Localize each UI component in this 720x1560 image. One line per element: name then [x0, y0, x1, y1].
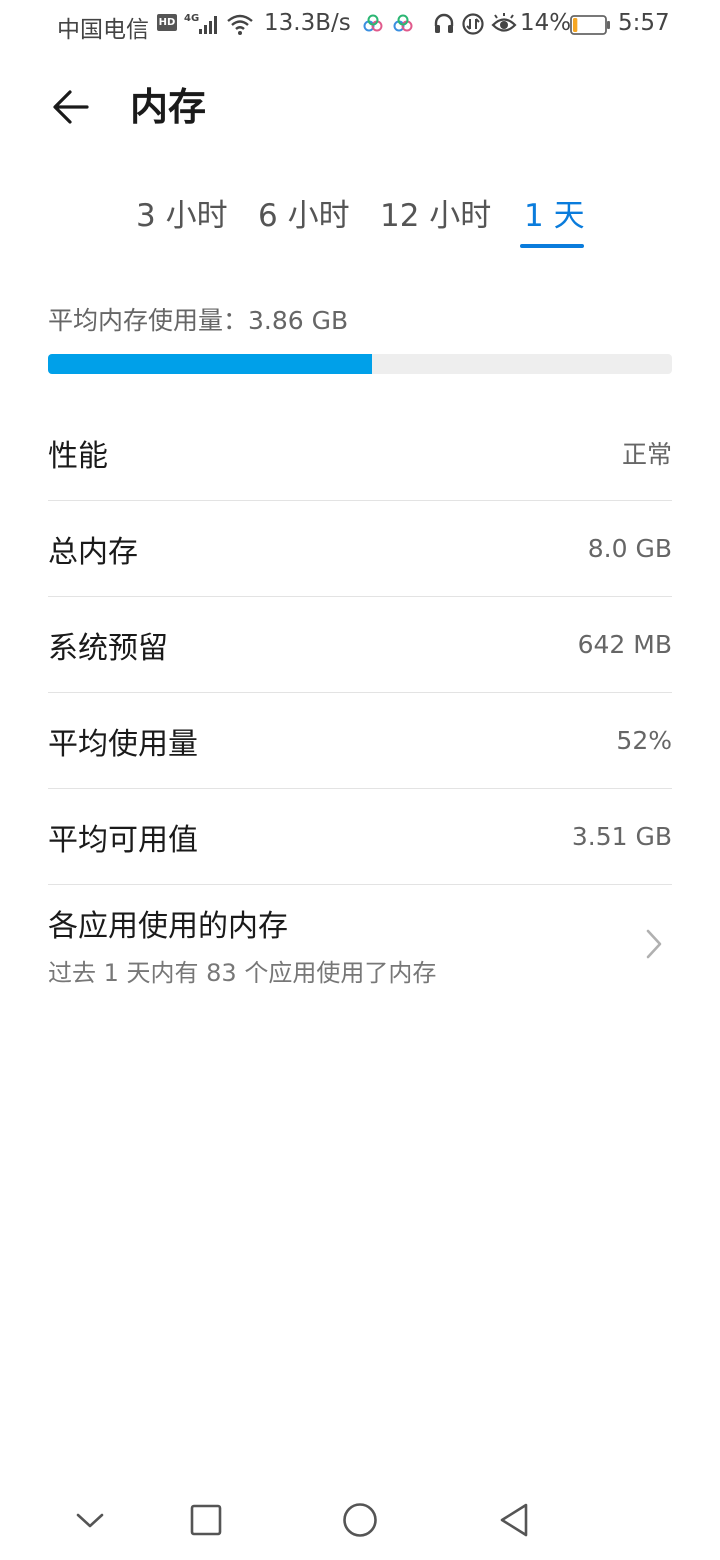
row-label: 系统预留 [48, 630, 168, 666]
wifi-icon [226, 12, 254, 36]
list-item-performance: 性能 正常 [48, 405, 672, 501]
nav-home-button[interactable] [338, 1498, 382, 1542]
list-item-system-reserved: 系统预留 642 MB [48, 597, 672, 693]
cellular-signal-icon: 4G [184, 12, 220, 36]
app-bar: 内存 [0, 60, 720, 150]
row-label: 平均使用量 [48, 726, 198, 762]
square-icon [190, 1504, 222, 1536]
back-button[interactable] [44, 80, 98, 134]
row-value: 8.0 GB [587, 534, 672, 563]
clock: 5:57 [618, 10, 670, 36]
active-tab-indicator [520, 244, 584, 248]
data-saver-icon [461, 12, 485, 36]
row-label: 平均可用值 [48, 822, 198, 858]
app-memory-usage-subtitle: 过去 1 天内有 83 个应用使用了内存 [48, 958, 437, 987]
memory-usage-fill [48, 354, 373, 374]
memory-info-list: 性能 正常 总内存 8.0 GB 系统预留 642 MB 平均使用量 52% 平… [48, 405, 672, 1003]
battery-icon [570, 15, 612, 35]
row-label: 总内存 [48, 534, 138, 570]
row-value: 642 MB [577, 630, 672, 659]
app-memory-usage-title: 各应用使用的内存 [48, 908, 288, 944]
network-type-label: 4G [184, 13, 199, 24]
headphone-icon [432, 12, 456, 36]
time-range-tabs: 3 小时 6 小时 12 小时 1 天 [0, 190, 720, 252]
page-title: 内存 [130, 85, 207, 129]
tab-1-day[interactable]: 1 天 [524, 190, 585, 242]
chevron-right-icon [646, 929, 662, 959]
circle-icon [343, 1503, 377, 1537]
chevron-down-icon [76, 1513, 104, 1528]
row-label: 性能 [48, 438, 108, 474]
network-speed: 13.3B/s [264, 10, 351, 36]
row-value: 52% [616, 726, 672, 755]
tab-6-hours[interactable]: 6 小时 [258, 190, 350, 242]
battery-percentage: 14% [520, 10, 572, 36]
app-memory-usage-text: 各应用使用的内存 过去 1 天内有 83 个应用使用了内存 [48, 901, 436, 988]
system-navigation-bar [0, 1480, 720, 1560]
carrier-label: 中国电信 [57, 17, 149, 43]
tab-12-hours[interactable]: 12 小时 [380, 190, 491, 242]
nav-recents-button[interactable] [184, 1498, 228, 1542]
app-notification-icon [362, 14, 384, 34]
nav-hide-button[interactable] [68, 1498, 112, 1542]
hd-icon: HD [157, 14, 177, 31]
status-bar: 中国电信 HD 4G 13.3B/s 14% 5:57 [0, 0, 720, 50]
list-item-average-available: 平均可用值 3.51 GB [48, 789, 672, 885]
tab-3-hours[interactable]: 3 小时 [136, 190, 228, 242]
list-item-average-usage: 平均使用量 52% [48, 693, 672, 789]
row-value: 正常 [621, 439, 672, 469]
triangle-back-icon [500, 1503, 528, 1537]
app-notification-icon [392, 14, 414, 34]
nav-back-button[interactable] [492, 1498, 536, 1542]
average-usage-label: 平均内存使用量：3.86 GB [48, 306, 349, 335]
eye-comfort-icon [491, 13, 517, 35]
memory-usage-bar [48, 354, 672, 374]
back-arrow-icon [53, 90, 89, 124]
app-memory-usage-row[interactable]: 各应用使用的内存 过去 1 天内有 83 个应用使用了内存 [48, 885, 672, 1003]
list-item-total-memory: 总内存 8.0 GB [48, 501, 672, 597]
row-value: 3.51 GB [571, 822, 672, 851]
